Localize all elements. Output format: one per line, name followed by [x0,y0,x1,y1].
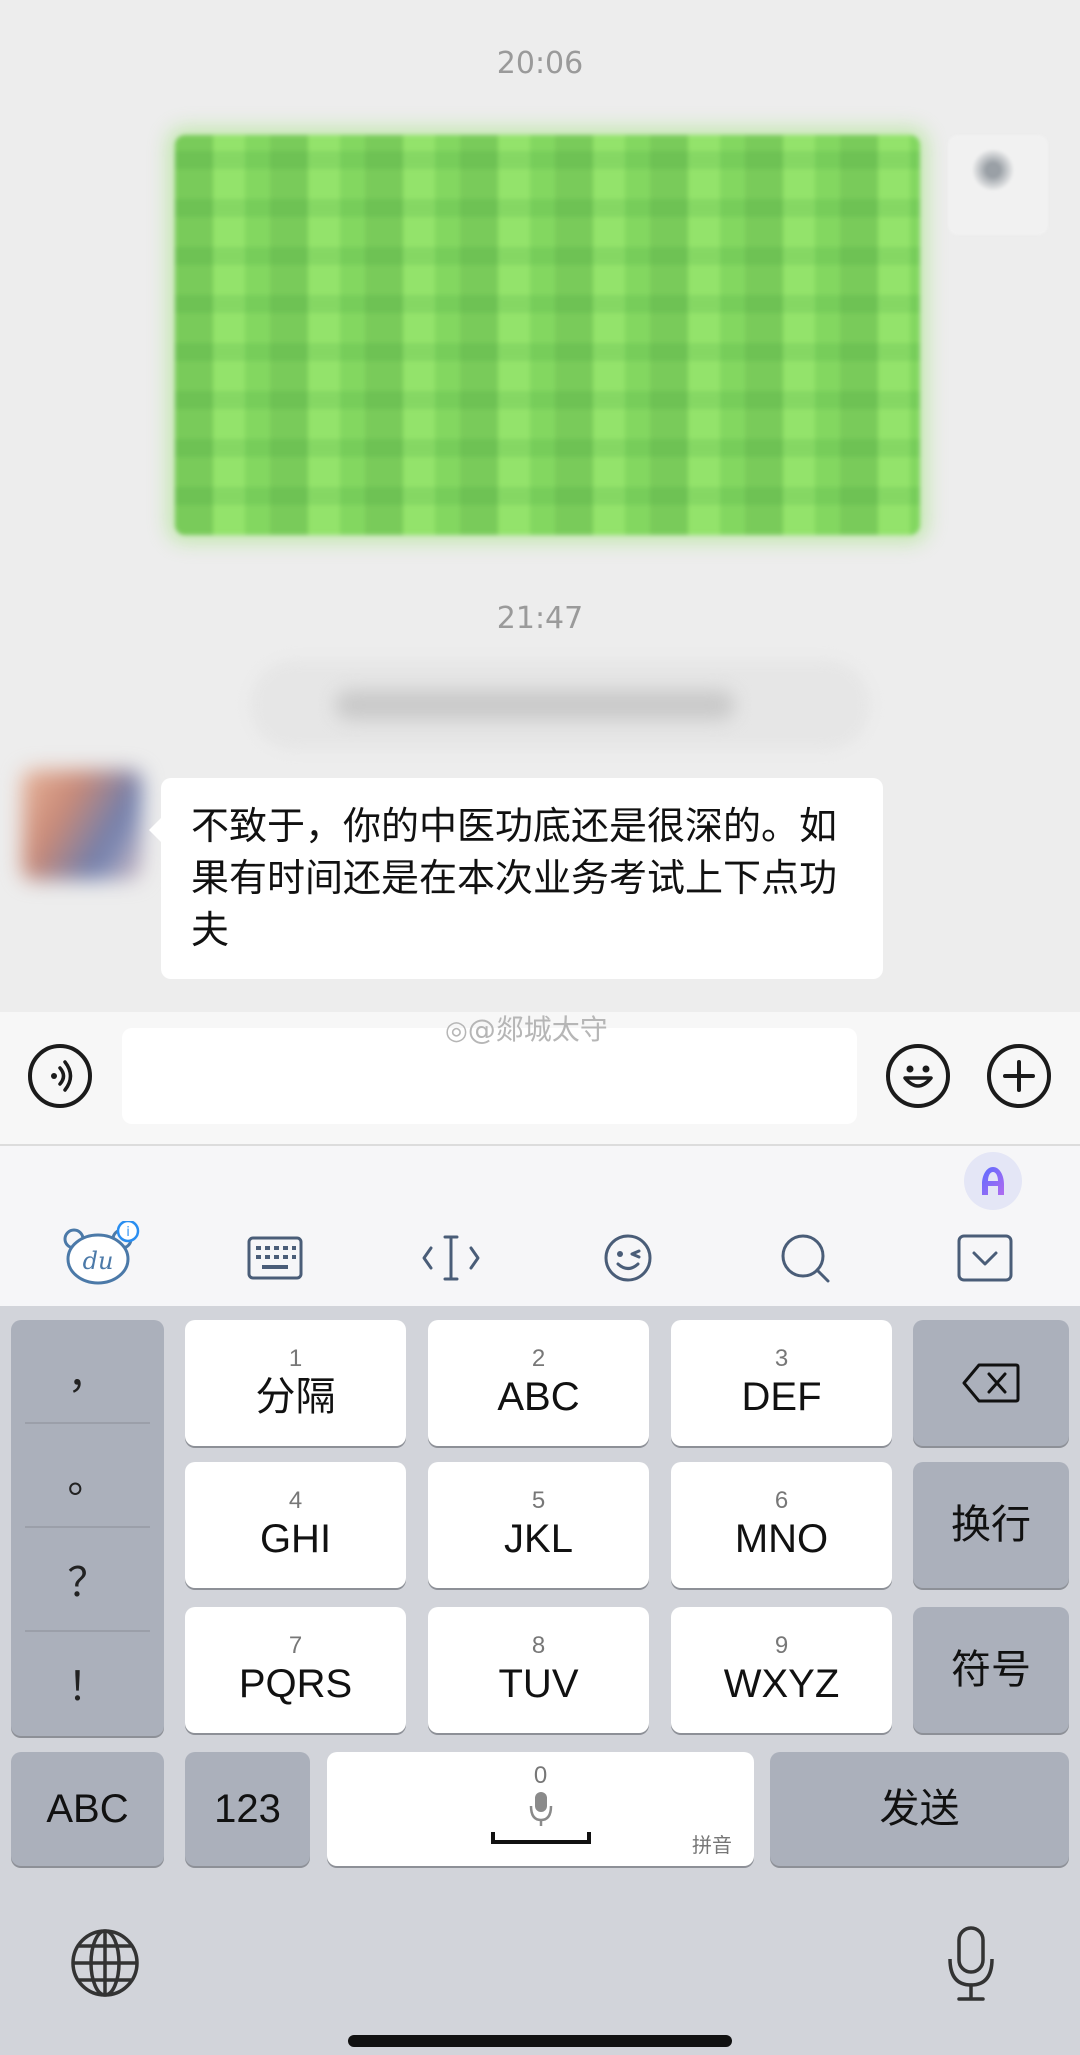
microphone-space-icon [491,1792,591,1844]
key-9[interactable]: 9 WXYZ [671,1607,892,1733]
pinyin-hint: 拼音 [692,1835,732,1857]
contact-avatar[interactable] [22,770,142,880]
ime-toolbar [0,1144,1080,1308]
key-8[interactable]: 8 TUV [428,1607,649,1733]
punctuation-key[interactable]: ， [11,1320,164,1422]
search-icon[interactable] [775,1230,835,1286]
ai-assistant-button[interactable] [964,1152,1022,1210]
outgoing-message-blurred[interactable] [175,135,920,535]
backspace-icon [962,1363,1020,1403]
key-6[interactable]: 6 MNO [671,1462,892,1588]
watermark: ◎@郯城太守 [445,1013,608,1046]
svg-text:du: du [83,1247,114,1275]
info-badge: i [126,1225,130,1240]
incoming-message-text: 不致于，你的中医功底还是很深的。如果有时间还是在本次业务考试上下点功夫 [191,804,838,952]
key-3[interactable]: 3 DEF [671,1320,892,1446]
punctuation-key[interactable]: ！ [11,1632,164,1734]
key-1[interactable]: 1 分隔 [185,1320,406,1446]
key-5[interactable]: 5 JKL [428,1462,649,1588]
symbols-key[interactable]: 符号 [913,1607,1069,1733]
delete-key[interactable] [913,1320,1069,1446]
my-avatar[interactable] [948,135,1048,235]
dictation-microphone-icon[interactable] [946,1925,996,2003]
punctuation-key[interactable]: ？ [11,1528,164,1630]
punctuation-column: ， 。 ？ ！ [11,1320,164,1736]
timestamp: 21:47 [496,601,584,636]
plus-icon [1003,1060,1035,1092]
voice-wave-icon [51,1060,73,1092]
globe-icon[interactable] [70,1928,140,1998]
space-key[interactable]: 0 拼音 [327,1752,754,1866]
cursor-move-icon[interactable] [421,1230,481,1286]
return-key[interactable]: 换行 [913,1462,1069,1588]
abc-key[interactable]: ABC [11,1752,164,1866]
key-2[interactable]: 2 ABC [428,1320,649,1446]
smiley-icon [903,1065,933,1088]
ai-assistant-icon [982,1167,1004,1195]
more-button[interactable] [987,1044,1051,1108]
key-7[interactable]: 7 PQRS [185,1607,406,1733]
numbers-key[interactable]: 123 [185,1752,310,1866]
punctuation-key[interactable]: 。 [11,1424,164,1526]
weibo-icon: ◎ [445,1016,468,1046]
emoji-button[interactable] [886,1044,950,1108]
voice-input-button[interactable] [28,1044,92,1108]
emoji-face-icon[interactable] [598,1230,658,1286]
home-indicator[interactable] [348,2035,732,2047]
du-bear-icon[interactable]: du i [62,1221,142,1285]
blurred-system-notice-text [335,690,735,720]
send-key[interactable]: 发送 [770,1752,1069,1866]
key-4[interactable]: 4 GHI [185,1462,406,1588]
incoming-message-bubble[interactable]: 不致于，你的中医功底还是很深的。如果有时间还是在本次业务考试上下点功夫 [149,778,883,979]
keyboard-icon[interactable] [245,1230,305,1286]
timestamp: 20:06 [496,46,584,81]
collapse-keyboard-icon[interactable] [955,1230,1015,1286]
